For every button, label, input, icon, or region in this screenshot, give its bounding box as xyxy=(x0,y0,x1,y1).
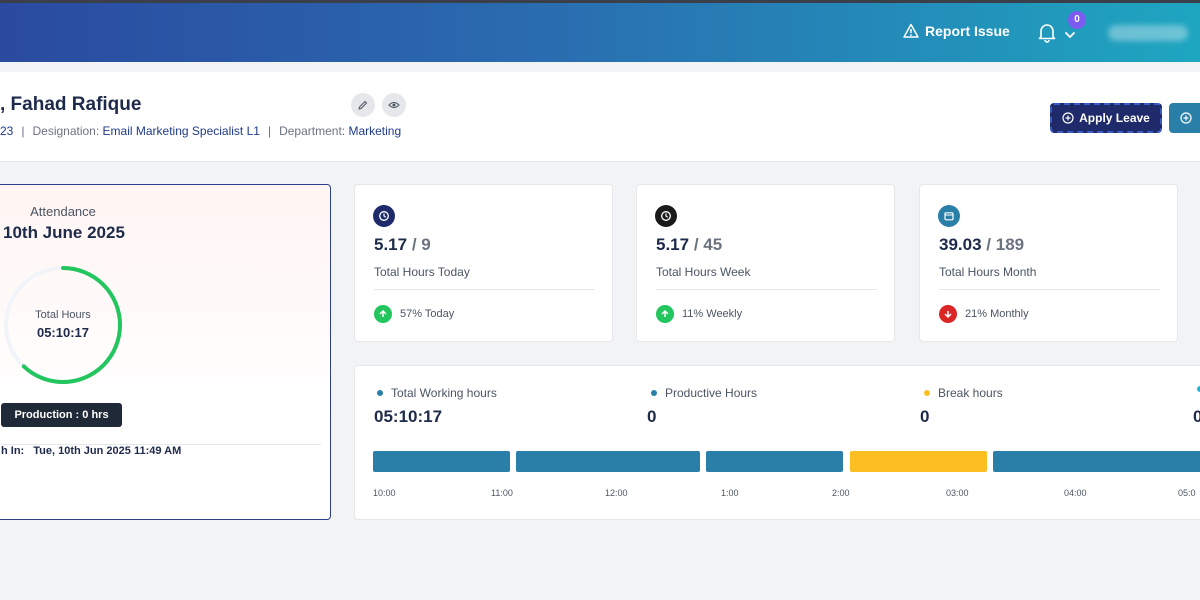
notification-badge: 0 xyxy=(1068,11,1086,29)
punch-in-info: h In: Tue, 10th Jun 2025 11:49 AM xyxy=(1,445,181,457)
apply-leave-button[interactable]: Apply Leave xyxy=(1050,103,1162,133)
stat-label: Total Hours Month xyxy=(939,265,1037,279)
clock-icon xyxy=(373,205,395,227)
stat-trend: 21% Monthly xyxy=(939,305,1029,323)
clock-icon xyxy=(655,205,677,227)
designation-value: Email Marketing Specialist L1 xyxy=(102,124,260,138)
time-tick: 2:00 xyxy=(832,488,850,498)
pencil-icon xyxy=(358,100,368,110)
employee-name: , Fahad Rafique xyxy=(0,94,142,115)
timeline-segment-work[interactable] xyxy=(706,451,843,472)
stat-label: Total Hours Week xyxy=(656,265,751,279)
production-badge: Production : 0 hrs xyxy=(1,403,122,427)
secondary-action-button[interactable] xyxy=(1169,103,1200,133)
department-value: Marketing xyxy=(348,124,402,138)
plus-circle-icon xyxy=(1180,112,1192,124)
employee-meta: 23 | Designation: Email Marketing Speciali… xyxy=(0,124,402,138)
time-tick: 11:00 xyxy=(491,488,513,498)
edit-button[interactable] xyxy=(351,93,375,117)
warning-icon xyxy=(903,23,919,38)
employee-header: , Fahad Rafique 23 | Designation: Email Ma… xyxy=(0,72,1200,162)
timeline-segment-break[interactable] xyxy=(850,451,987,472)
stat-label: Total Hours Today xyxy=(374,265,470,279)
time-tick: 10:00 xyxy=(373,488,396,498)
ring-value: 05:10:17 xyxy=(36,325,90,340)
time-tick: 03:00 xyxy=(946,488,969,498)
stat-value: 5.17 / 9 xyxy=(374,235,431,254)
stat-card-today: 5.17 / 9 Total Hours Today 57% Today xyxy=(354,184,613,342)
work-timeline-card: Total Working hours 05:10:17 Productive … xyxy=(354,365,1200,520)
stat-trend: 11% Weekly xyxy=(656,305,742,323)
plus-circle-icon xyxy=(1062,112,1074,124)
user-menu[interactable] xyxy=(1108,25,1188,41)
time-tick: 12:00 xyxy=(605,488,628,498)
timeline-segment-work[interactable] xyxy=(373,451,510,472)
employee-id-fragment: 23 xyxy=(0,124,14,138)
stat-value: 39.03 / 189 xyxy=(939,235,1025,254)
stat-trend: 57% Today xyxy=(374,305,454,323)
report-issue-button[interactable]: Report Issue xyxy=(903,23,1010,39)
timeline-segment-work[interactable] xyxy=(516,451,700,472)
top-navigation-bar: Report Issue 0 xyxy=(0,0,1200,62)
stat-card-month: 39.03 / 189 Total Hours Month 21% Monthl… xyxy=(919,184,1178,342)
arrow-up-icon xyxy=(656,305,674,323)
bell-icon[interactable] xyxy=(1036,21,1058,43)
department-label: Department: xyxy=(279,124,346,138)
legend-productive: Productive Hours xyxy=(651,386,757,400)
stat-card-week: 5.17 / 45 Total Hours Week 11% Weekly xyxy=(636,184,895,342)
punch-in-label: h In: xyxy=(1,445,25,457)
timeline-segment-work[interactable] xyxy=(993,451,1200,472)
extra-value: 0 xyxy=(1193,407,1200,426)
attendance-date: 10th June 2025 xyxy=(3,223,125,242)
arrow-up-icon xyxy=(374,305,392,323)
designation-label: Designation: xyxy=(32,124,100,138)
productive-value: 0 xyxy=(647,407,657,426)
eye-icon xyxy=(388,102,400,108)
stat-value: 5.17 / 45 xyxy=(656,235,723,254)
apply-leave-label: Apply Leave xyxy=(1079,111,1150,125)
legend-break: Break hours xyxy=(924,386,1003,400)
time-tick: 05:0 xyxy=(1178,488,1196,498)
time-tick: 04:00 xyxy=(1064,488,1087,498)
break-value: 0 xyxy=(920,407,930,426)
attendance-label: Attendance xyxy=(30,204,96,219)
time-tick: 1:00 xyxy=(721,488,739,498)
view-button[interactable] xyxy=(382,93,406,117)
arrow-down-icon xyxy=(939,305,957,323)
ring-label: Total Hours xyxy=(35,309,91,321)
legend-total-working: Total Working hours xyxy=(377,386,497,400)
chevron-down-icon[interactable] xyxy=(1063,28,1077,42)
calendar-icon xyxy=(938,205,960,227)
report-issue-label: Report Issue xyxy=(925,23,1010,39)
punch-in-value: Tue, 10th Jun 2025 11:49 AM xyxy=(33,445,182,457)
attendance-card: Attendance 10th June 2025 Total Hours 05… xyxy=(0,184,331,520)
total-working-value: 05:10:17 xyxy=(374,407,443,426)
